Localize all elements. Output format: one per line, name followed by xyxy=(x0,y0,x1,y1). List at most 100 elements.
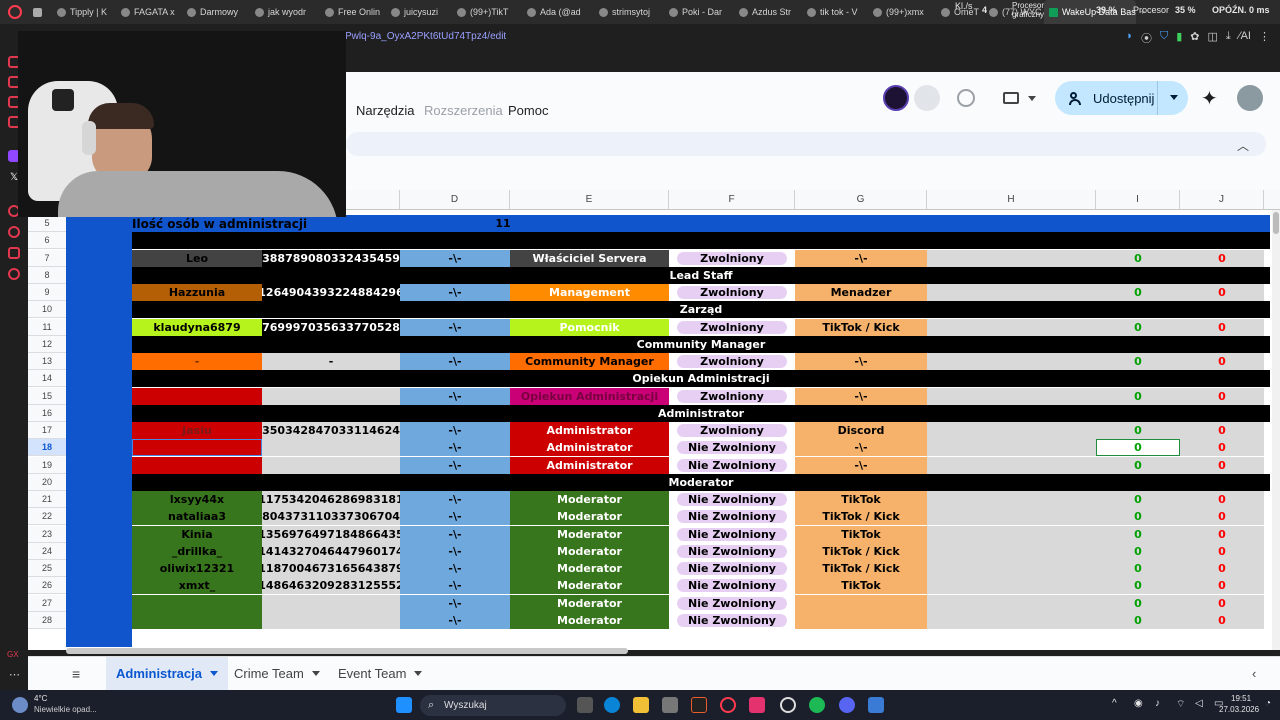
separator-cell[interactable]: -\- xyxy=(400,543,510,560)
status-cell[interactable]: Zwolniony xyxy=(669,353,795,370)
status-pill[interactable]: Nie Zwolniony xyxy=(677,441,787,454)
nick-cell[interactable]: Kinia xyxy=(132,526,262,543)
empty-cell-h[interactable] xyxy=(927,612,1096,629)
count-green-cell[interactable]: 0 xyxy=(1096,250,1180,267)
role-cell[interactable]: Moderator xyxy=(510,577,669,594)
row-number[interactable]: 26 xyxy=(28,577,66,594)
discord-icon[interactable] xyxy=(839,697,855,713)
status-pill[interactable]: Nie Zwolniony xyxy=(677,597,787,610)
explore-chevron-left-icon[interactable]: ‹ xyxy=(1252,666,1256,681)
platform-cell[interactable]: TikTok / Kick xyxy=(795,543,927,560)
platform-cell[interactable]: Menadzer xyxy=(795,284,927,301)
count-green-cell[interactable]: 0 xyxy=(1096,284,1180,301)
empty-cell-h[interactable] xyxy=(927,543,1096,560)
sheet-tab-chevron-down-icon[interactable] xyxy=(311,671,320,676)
gx-icon[interactable]: GX xyxy=(7,650,19,659)
browser-tab[interactable]: Free Onlin xyxy=(320,0,386,24)
empty-cell-h[interactable] xyxy=(927,284,1096,301)
separator-cell[interactable]: -\- xyxy=(400,457,510,474)
discord-id-cell[interactable]: 769997035633770528 xyxy=(262,319,400,336)
extensions-icon[interactable]: ✿ xyxy=(1190,30,1199,46)
status-cell[interactable]: Nie Zwolniony xyxy=(669,491,795,508)
sheet-tab-event-team[interactable]: Event Team xyxy=(328,657,432,690)
status-cell[interactable]: Zwolniony xyxy=(669,250,795,267)
status-pill[interactable]: Zwolniony xyxy=(677,355,787,368)
count-red-cell[interactable]: 0 xyxy=(1180,422,1264,439)
collaborator-avatar[interactable] xyxy=(883,85,909,111)
menu-narzedzia[interactable]: Narzędzia xyxy=(356,103,415,118)
aria-ai-icon[interactable]: ⁄AI xyxy=(1239,30,1251,46)
browser-tab[interactable]: Tipply | K xyxy=(52,0,116,24)
role-cell[interactable]: Management xyxy=(510,284,669,301)
video-call-icon[interactable] xyxy=(1003,92,1019,104)
col-header-g[interactable]: G xyxy=(795,190,927,210)
empty-cell-h[interactable] xyxy=(927,388,1096,405)
count-red-cell[interactable]: 0 xyxy=(1180,560,1264,577)
nick-cell[interactable]: klaudyna6879 xyxy=(132,319,262,336)
separator-cell[interactable]: -\- xyxy=(400,508,510,525)
row-number[interactable]: 19 xyxy=(28,457,66,474)
video-call-chevron-down-icon[interactable] xyxy=(1028,96,1036,101)
status-pill[interactable]: Zwolniony xyxy=(677,424,787,437)
share-chevron-down-icon[interactable] xyxy=(1170,95,1178,100)
store-icon[interactable] xyxy=(662,697,678,713)
platform-cell[interactable]: -\- xyxy=(795,439,927,456)
row-number[interactable]: 22 xyxy=(28,508,66,525)
discord-id-cell[interactable] xyxy=(262,388,400,405)
discord-id-cell[interactable] xyxy=(262,439,400,456)
col-header-j[interactable]: J xyxy=(1180,190,1264,210)
role-cell[interactable]: Administrator xyxy=(510,457,669,474)
row-number[interactable]: 9 xyxy=(28,284,66,301)
count-green-cell[interactable]: 0 xyxy=(1096,577,1180,594)
count-green-cell[interactable]: 0 xyxy=(1096,388,1180,405)
nick-cell[interactable]: nataliaa3 xyxy=(132,508,262,525)
horizontal-scroll-thumb[interactable] xyxy=(66,648,628,654)
empty-cell-h[interactable] xyxy=(927,560,1096,577)
role-cell[interactable]: Opiekun Administracji xyxy=(510,388,669,405)
weather-icon[interactable] xyxy=(12,697,28,713)
battery-icon[interactable]: ▮ xyxy=(1176,30,1182,46)
file-explorer-icon[interactable] xyxy=(633,697,649,713)
col-header-k[interactable] xyxy=(1264,190,1280,210)
clock-time[interactable]: 19:51 xyxy=(1231,694,1251,703)
account-avatar[interactable] xyxy=(1237,85,1263,111)
menu-icon[interactable]: ⋮ xyxy=(1259,30,1270,46)
row-number[interactable]: 27 xyxy=(28,595,66,612)
separator-cell[interactable]: -\- xyxy=(400,595,510,612)
platform-cell[interactable] xyxy=(795,612,927,629)
nick-cell[interactable] xyxy=(132,595,262,612)
browser-tab[interactable]: (99+)TikT xyxy=(452,0,522,24)
nick-cell[interactable]: Jasiu xyxy=(132,422,262,439)
nick-cell[interactable] xyxy=(132,612,262,629)
role-cell[interactable]: Właściciel Servera xyxy=(510,250,669,267)
role-cell[interactable]: Moderator xyxy=(510,560,669,577)
status-cell[interactable]: Nie Zwolniony xyxy=(669,457,795,474)
role-cell[interactable]: Moderator xyxy=(510,612,669,629)
row-number[interactable]: 20 xyxy=(28,474,66,491)
count-red-cell[interactable]: 0 xyxy=(1180,508,1264,525)
notifications-icon[interactable]: ◔ xyxy=(1265,698,1271,709)
row-number[interactable]: 14 xyxy=(28,370,66,387)
platform-cell[interactable]: Discord xyxy=(795,422,927,439)
status-cell[interactable]: Nie Zwolniony xyxy=(669,439,795,456)
platform-cell[interactable]: TikTok / Kick xyxy=(795,319,927,336)
role-cell[interactable]: Moderator xyxy=(510,543,669,560)
empty-cell-h[interactable] xyxy=(927,491,1096,508)
row-number[interactable]: 11 xyxy=(28,319,66,336)
edge-icon[interactable] xyxy=(604,697,620,713)
empty-cell-h[interactable] xyxy=(927,508,1096,525)
platform-cell[interactable]: TikTok xyxy=(795,526,927,543)
weather-temp[interactable]: 4°C xyxy=(34,694,47,703)
row-number[interactable]: 18 xyxy=(28,439,66,456)
discord-id-cell[interactable] xyxy=(262,595,400,612)
nick-cell[interactable]: _drillka_ xyxy=(132,543,262,560)
settings-icon[interactable] xyxy=(8,268,20,280)
status-cell[interactable]: Nie Zwolniony xyxy=(669,595,795,612)
discord-id-cell[interactable]: 388789080332435459 xyxy=(262,250,400,267)
count-green-cell[interactable]: 0 xyxy=(1096,526,1180,543)
row-number[interactable]: 24 xyxy=(28,543,66,560)
role-cell[interactable]: Moderator xyxy=(510,491,669,508)
taskbar-search[interactable]: ⌕ Wyszukaj xyxy=(420,695,566,716)
steam-icon[interactable] xyxy=(780,697,796,713)
col-header-f[interactable]: F xyxy=(669,190,795,210)
